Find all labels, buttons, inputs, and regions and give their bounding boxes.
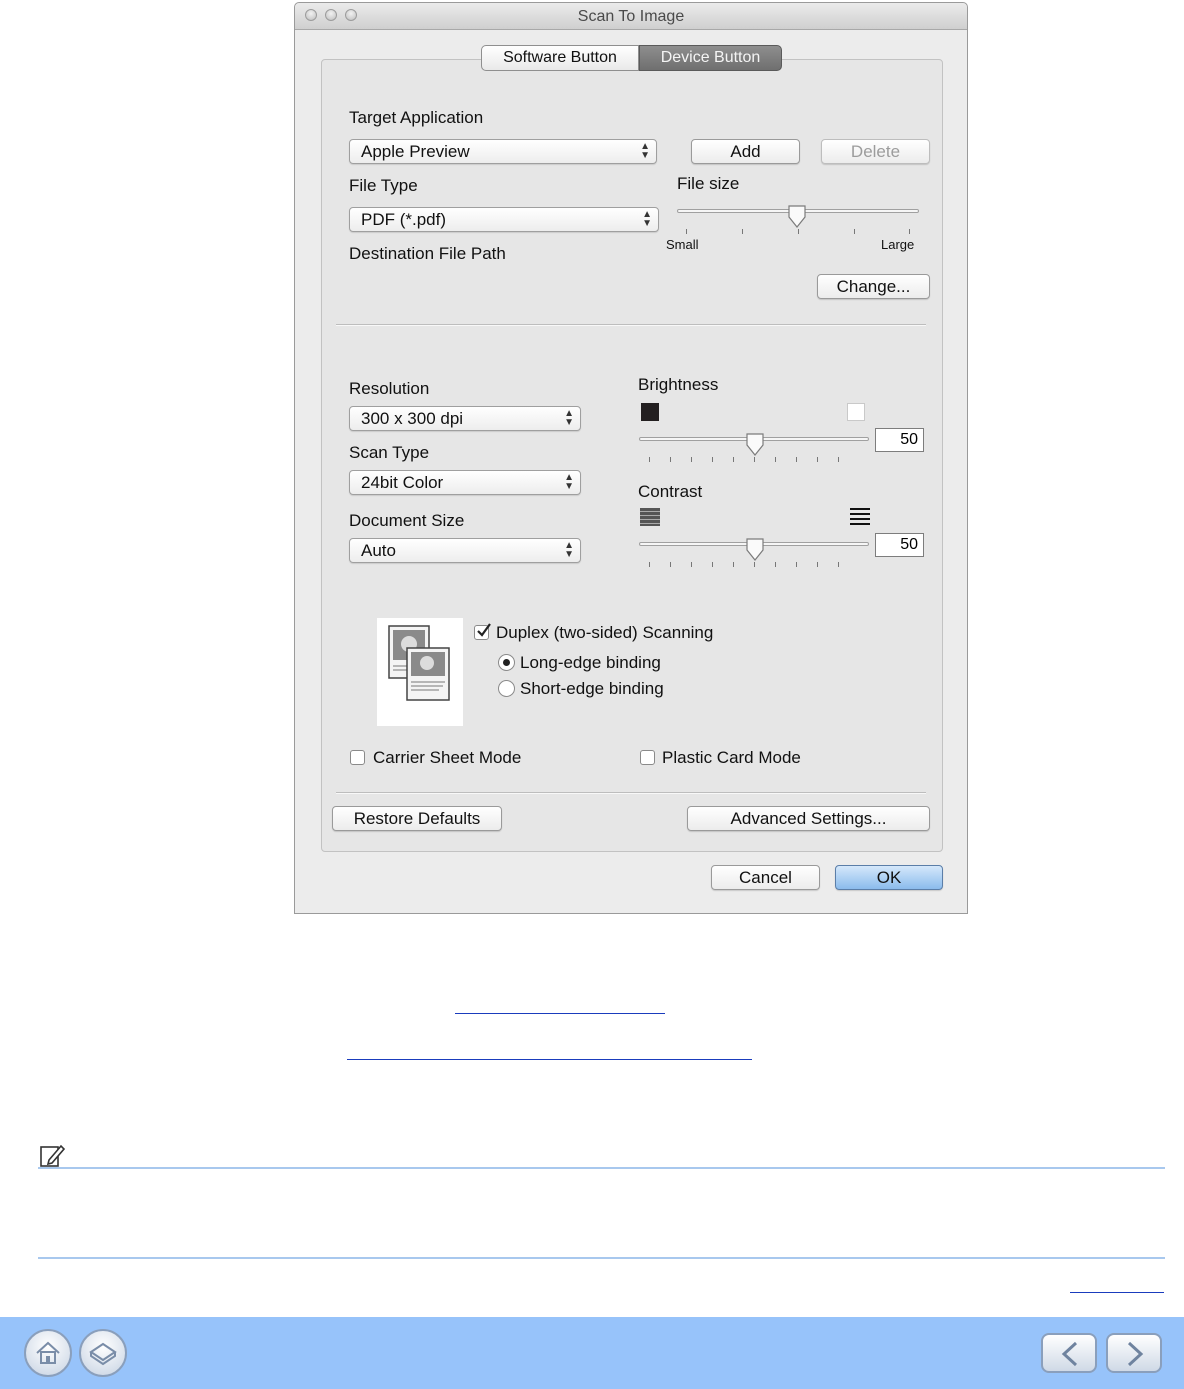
carrier-sheet-label: Carrier Sheet Mode	[373, 748, 522, 767]
page-link[interactable]	[347, 1059, 752, 1060]
slider-tick	[798, 229, 799, 234]
pencil-note-icon	[40, 1144, 66, 1167]
top-link[interactable]	[1070, 1292, 1164, 1293]
home-button[interactable]	[24, 1329, 72, 1377]
note-bottom-rule	[38, 1257, 1165, 1259]
light-square-icon	[847, 403, 865, 421]
duplex-illustration-icon	[377, 618, 463, 726]
check-icon	[477, 623, 491, 637]
long-edge-radio[interactable]	[498, 654, 515, 671]
target-application-select[interactable]: Apple Preview ▲ ▼	[349, 139, 657, 164]
page-link[interactable]	[455, 1013, 665, 1014]
dark-square-icon	[641, 403, 659, 421]
target-application-label: Target Application	[349, 108, 484, 127]
window-title: Scan To Image	[577, 8, 685, 25]
file-size-small-label: Small	[666, 237, 699, 252]
file-size-slider-knob[interactable]	[787, 204, 807, 230]
short-edge-label: Short-edge binding	[520, 679, 664, 698]
popup-arrows-icon: ▲ ▼	[564, 408, 574, 428]
advanced-settings-button[interactable]: Advanced Settings...	[687, 806, 930, 831]
file-size-large-label: Large	[881, 237, 915, 252]
tab-bar: Software Button Device Button	[481, 45, 782, 71]
scan-to-image-dialog: Scan To Image Software Button Device But…	[294, 2, 968, 914]
brightness-label: Brightness	[638, 375, 719, 394]
brightness-slider-knob[interactable]	[745, 432, 765, 458]
contrast-label: Contrast	[638, 482, 703, 501]
restore-defaults-button[interactable]: Restore Defaults	[332, 806, 502, 831]
tab-software-button[interactable]: Software Button	[481, 45, 639, 71]
brightness-ticks	[649, 457, 859, 462]
chevron-left-icon	[1061, 1341, 1078, 1367]
change-button[interactable]: Change...	[817, 274, 930, 299]
delete-button[interactable]: Delete	[821, 139, 930, 164]
section-divider	[336, 324, 926, 326]
resolution-select[interactable]: 300 x 300 dpi ▲ ▼	[349, 406, 581, 431]
slider-tick	[909, 229, 910, 234]
file-type-value: PDF (*.pdf)	[361, 210, 447, 229]
resolution-label: Resolution	[349, 379, 430, 398]
popup-arrows-icon: ▲ ▼	[640, 141, 650, 161]
title-bar[interactable]: Scan To Image	[295, 3, 967, 30]
popup-arrows-icon: ▲ ▼	[564, 540, 574, 560]
contrast-slider-knob[interactable]	[745, 537, 765, 563]
target-application-value: Apple Preview	[361, 142, 470, 161]
ok-button[interactable]: OK	[835, 865, 943, 890]
file-size-label: File size	[677, 174, 740, 193]
cancel-button[interactable]: Cancel	[711, 865, 820, 890]
long-edge-label: Long-edge binding	[520, 653, 661, 672]
previous-page-button[interactable]	[1041, 1333, 1097, 1373]
slider-tick	[686, 229, 687, 234]
document-size-select[interactable]: Auto ▲ ▼	[349, 538, 581, 563]
resolution-value: 300 x 300 dpi	[361, 409, 464, 428]
slider-tick	[854, 229, 855, 234]
popup-arrows-icon: ▲ ▼	[642, 209, 652, 229]
plastic-card-label: Plastic Card Mode	[662, 748, 801, 767]
carrier-sheet-checkbox[interactable]	[350, 750, 365, 765]
file-type-select[interactable]: PDF (*.pdf) ▲ ▼	[349, 207, 659, 232]
short-edge-radio[interactable]	[498, 680, 515, 697]
note-top-rule	[38, 1167, 1165, 1169]
scan-type-label: Scan Type	[349, 443, 430, 462]
brightness-value-field[interactable]: 50	[875, 428, 924, 452]
slider-tick	[742, 229, 743, 234]
add-button[interactable]: Add	[691, 139, 800, 164]
contrast-ticks	[649, 562, 859, 567]
high-contrast-icon	[850, 508, 870, 525]
footer-bar	[0, 1317, 1184, 1389]
table-of-contents-button[interactable]	[79, 1329, 127, 1377]
scan-type-select[interactable]: 24bit Color ▲ ▼	[349, 470, 581, 495]
file-type-label: File Type	[349, 176, 418, 195]
destination-path-label: Destination File Path	[349, 244, 506, 263]
popup-arrows-icon: ▲ ▼	[564, 472, 574, 492]
tab-device-button[interactable]: Device Button	[639, 45, 782, 71]
home-icon	[36, 1341, 60, 1364]
document-size-value: Auto	[361, 541, 396, 560]
next-page-button[interactable]	[1106, 1333, 1162, 1373]
radio-dot-icon	[503, 659, 510, 666]
duplex-label: Duplex (two-sided) Scanning	[496, 623, 714, 642]
document-size-label: Document Size	[349, 511, 465, 530]
contrast-value-field[interactable]: 50	[875, 533, 924, 557]
low-contrast-icon	[640, 508, 660, 526]
section-divider	[336, 792, 926, 794]
scan-type-value: 24bit Color	[361, 473, 444, 492]
chevron-right-icon	[1127, 1341, 1144, 1367]
book-icon	[89, 1342, 117, 1366]
duplex-checkbox[interactable]	[474, 623, 491, 640]
plastic-card-checkbox[interactable]	[640, 750, 655, 765]
